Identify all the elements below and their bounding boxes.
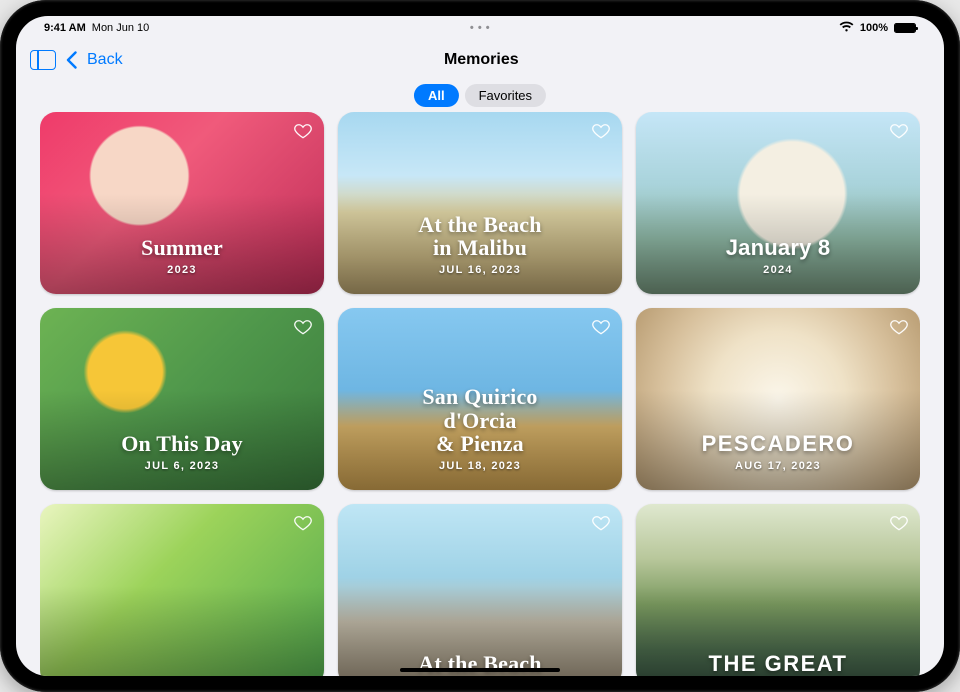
memory-date: JUL 18, 2023 — [352, 460, 608, 472]
memory-title: PESCADERO — [650, 432, 906, 456]
memory-card[interactable]: At the Beach in Malibu JUL 16, 2023 — [338, 112, 622, 294]
back-button[interactable]: Back — [87, 51, 123, 69]
battery-pct: 100% — [860, 22, 888, 34]
nav-bar: Back Memories — [16, 40, 944, 80]
wifi-icon — [839, 21, 854, 35]
memory-card[interactable]: January 8 2024 — [636, 112, 920, 294]
memory-card[interactable]: San Quirico d'Orcia & Pienza JUL 18, 202… — [338, 308, 622, 490]
memory-title: January 8 — [650, 236, 906, 260]
memory-card[interactable]: Summer 2023 — [40, 112, 324, 294]
screen: 9:41 AM Mon Jun 10 • • • 100% Back Me — [16, 16, 944, 676]
tab-favorites[interactable]: Favorites — [465, 84, 546, 107]
heart-icon[interactable] — [292, 316, 314, 338]
memory-card[interactable]: THE GREAT — [636, 504, 920, 676]
memory-card[interactable]: PESCADERO AUG 17, 2023 — [636, 308, 920, 490]
home-indicator[interactable] — [400, 668, 560, 672]
heart-icon[interactable] — [590, 120, 612, 142]
heart-icon[interactable] — [888, 316, 910, 338]
segmented-control: All Favorites — [414, 84, 546, 107]
memory-title: On This Day — [54, 432, 310, 456]
more-icon[interactable]: • • • — [470, 22, 490, 34]
page-title: Memories — [444, 51, 519, 69]
memory-date: JUL 16, 2023 — [352, 264, 608, 276]
battery-icon — [894, 23, 916, 33]
memory-card[interactable]: At the Beach — [338, 504, 622, 676]
memory-title: At the Beach — [352, 652, 608, 676]
heart-icon[interactable] — [590, 512, 612, 534]
memory-card[interactable] — [40, 504, 324, 676]
heart-icon[interactable] — [590, 316, 612, 338]
memory-date: 2024 — [650, 264, 906, 276]
ipad-device-frame: 9:41 AM Mon Jun 10 • • • 100% Back Me — [0, 0, 960, 692]
memory-title: San Quirico d'Orcia & Pienza — [352, 385, 608, 456]
memory-date: JUL 6, 2023 — [54, 460, 310, 472]
heart-icon[interactable] — [888, 120, 910, 142]
memory-title: Summer — [54, 236, 310, 260]
memory-title: At the Beach in Malibu — [352, 213, 608, 261]
memory-date: AUG 17, 2023 — [650, 460, 906, 472]
memory-date: 2023 — [54, 264, 310, 276]
heart-icon[interactable] — [292, 120, 314, 142]
heart-icon[interactable] — [888, 512, 910, 534]
sidebar-icon[interactable] — [30, 50, 56, 70]
memory-title: THE GREAT — [650, 652, 906, 676]
heart-icon[interactable] — [292, 512, 314, 534]
status-date: Mon Jun 10 — [92, 22, 149, 34]
status-time: 9:41 AM — [44, 22, 86, 34]
tab-all[interactable]: All — [414, 84, 459, 107]
back-chevron-icon[interactable] — [66, 51, 77, 69]
status-bar: 9:41 AM Mon Jun 10 • • • 100% — [16, 16, 944, 36]
memories-grid[interactable]: Summer 2023 At the Beach in Malibu JUL 1… — [40, 112, 920, 676]
memory-card[interactable]: On This Day JUL 6, 2023 — [40, 308, 324, 490]
